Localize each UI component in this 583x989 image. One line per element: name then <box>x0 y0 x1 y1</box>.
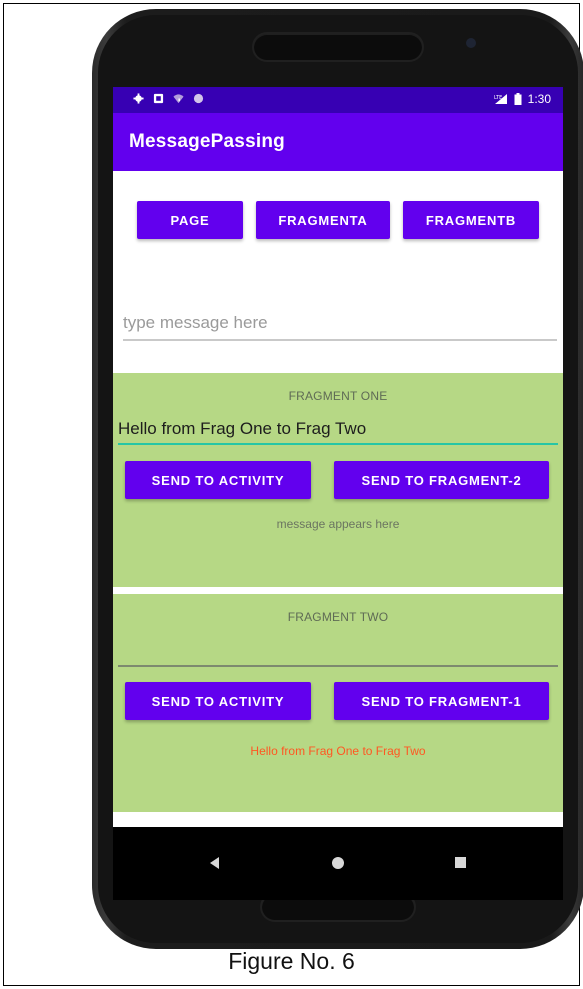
navigation-bar <box>113 827 563 900</box>
fragment-one-send-to-activity-button[interactable]: SEND TO ACTIVITY <box>125 461 311 499</box>
fragment-two-panel: FRAGMENT TWO SEND TO ACTIVITY SEND TO FR… <box>113 594 563 812</box>
fragment-two-title: FRAGMENT TWO <box>287 610 389 624</box>
activity-input-underline <box>123 339 557 341</box>
fragment-two-send-to-fragment-1-button[interactable]: SEND TO FRAGMENT-1 <box>334 682 549 720</box>
status-bar: LTE 1:30 <box>113 87 563 113</box>
app-title: MessagePassing <box>129 131 285 152</box>
fragment-one-input[interactable]: Hello from Frag One to Frag Two <box>118 419 366 439</box>
battery-icon <box>514 93 522 105</box>
fragment-one-title: FRAGMENT ONE <box>288 389 388 403</box>
svg-text:LTE: LTE <box>494 95 502 101</box>
fragment-one-send-to-fragment-2-button[interactable]: SEND TO FRAGMENT-2 <box>334 461 549 499</box>
signal-icon: LTE <box>494 94 507 104</box>
device-screen: LTE 1:30 MessagePassing PAGE FRAGMENTA F… <box>113 87 563 900</box>
recents-icon[interactable] <box>455 857 466 868</box>
sync-icon <box>193 93 204 104</box>
app-bar: MessagePassing <box>113 113 563 171</box>
home-icon[interactable] <box>332 857 344 869</box>
fragment-a-button[interactable]: FRAGMENTA <box>256 201 390 239</box>
fragment-one-input-underline <box>118 443 558 445</box>
settings-icon <box>133 93 144 104</box>
front-camera <box>466 38 476 48</box>
sim-icon <box>153 93 164 104</box>
fragment-two-send-to-activity-button[interactable]: SEND TO ACTIVITY <box>125 682 311 720</box>
fragment-one-panel: FRAGMENT ONE Hello from Frag One to Frag… <box>113 373 563 587</box>
fragment-two-input-underline[interactable] <box>118 665 558 667</box>
top-speaker <box>254 34 422 60</box>
fragment-one-message: message appears here <box>276 517 400 531</box>
activity-input-placeholder: type message here <box>123 313 268 332</box>
fragment-b-button[interactable]: FRAGMENTB <box>403 201 539 239</box>
wifi-icon <box>173 94 184 104</box>
figure-caption: Figure No. 6 <box>228 948 355 974</box>
fragment-two-message: Hello from Frag One to Frag Two <box>250 744 426 758</box>
page-button[interactable]: PAGE <box>137 201 243 239</box>
back-icon[interactable] <box>210 857 219 869</box>
status-time: 1:30 <box>527 92 551 106</box>
activity-message-input[interactable]: type message here <box>123 311 557 341</box>
